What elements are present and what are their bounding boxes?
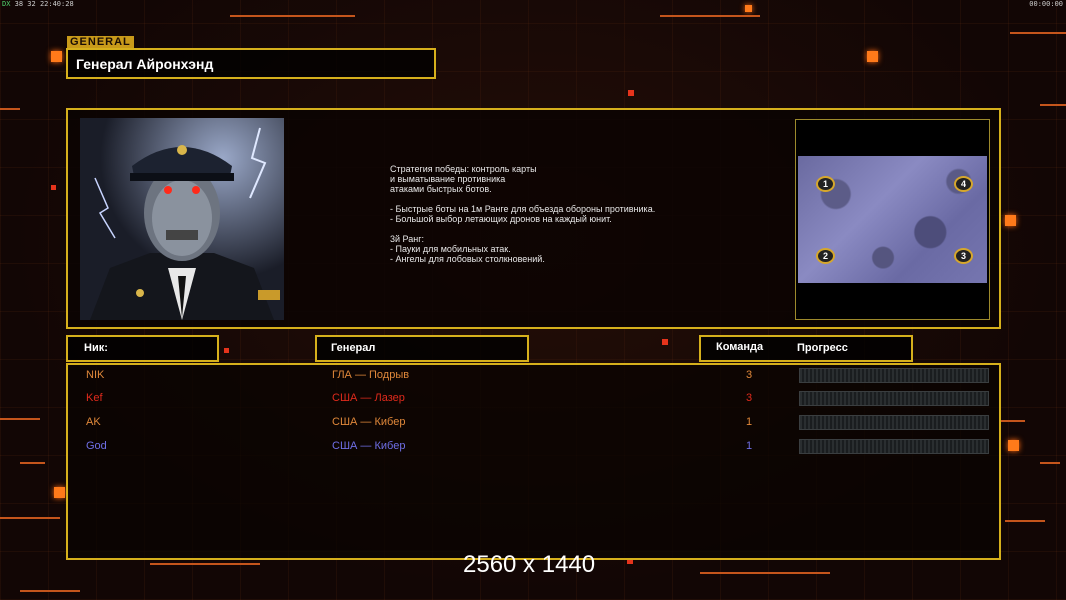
deco-line (660, 15, 760, 17)
description-line: - Пауки для мобильных атак. (390, 244, 511, 254)
player-progress-bar (799, 415, 989, 430)
player-team: 1 (746, 440, 753, 452)
spawn-marker-3[interactable]: 3 (954, 248, 973, 264)
player-nick: Kef (86, 392, 103, 404)
deco-square (1005, 215, 1016, 226)
column-team-progress-header: Команда Прогресс (699, 335, 913, 362)
deco-line (20, 462, 45, 464)
portrait-image (80, 118, 284, 320)
spawn-marker-1[interactable]: 1 (816, 176, 835, 192)
description-line: - Большой выбор летающих дронов на кажды… (390, 214, 612, 224)
column-progress-label: Прогресс (797, 342, 848, 354)
player-general: США — Кибер (332, 416, 406, 428)
player-general: США — Лазер (332, 392, 405, 404)
general-tag: GENERAL (67, 36, 134, 48)
deco-square (1008, 440, 1019, 451)
deco-line (1040, 462, 1060, 464)
general-title-box: Генерал Айронхэнд (66, 48, 436, 79)
deco-square (51, 51, 62, 62)
player-progress-bar (799, 391, 989, 406)
player-general: ГЛА — Подрыв (332, 369, 410, 381)
player-row[interactable]: Kef США — Лазер 3 (68, 389, 999, 409)
deco-line (0, 418, 40, 420)
player-team: 3 (746, 392, 753, 404)
player-team: 1 (746, 416, 753, 428)
deco-line (0, 108, 20, 110)
map-terrain: 1 4 2 3 (798, 156, 987, 283)
spawn-marker-2[interactable]: 2 (816, 248, 835, 264)
deco-line (20, 590, 80, 592)
deco-square (867, 51, 878, 62)
spawn-marker-4[interactable]: 4 (954, 176, 973, 192)
column-team-label: Команда (716, 341, 764, 353)
deco-square (745, 5, 752, 12)
general-description: Стратегия победы: контроль карты и вымат… (390, 164, 655, 264)
description-line: - Быстрые боты на 1м Ранге для объезда о… (390, 204, 656, 214)
deco-line (700, 572, 830, 574)
resolution-label: 2560 x 1440 (463, 551, 596, 578)
deco-line (1010, 32, 1066, 34)
player-row[interactable]: NIK ГЛА — Подрыв 3 (68, 366, 999, 386)
player-nick: AK (86, 416, 101, 428)
player-row[interactable]: God США — Кибер 1 (68, 437, 999, 457)
description-line: - Ангелы для лобовых столкновений. (390, 254, 545, 264)
deco-line (1040, 104, 1066, 106)
player-progress-bar (799, 368, 989, 383)
deco-square (224, 348, 229, 353)
map-preview[interactable]: 1 4 2 3 (795, 119, 990, 320)
player-nick: God (86, 440, 107, 452)
player-nick: NIK (86, 369, 105, 381)
column-nick-header: Ник: (66, 335, 219, 362)
general-title: Генерал Айронхэнд (76, 56, 214, 72)
column-general-header: Генерал (315, 335, 529, 362)
deco-square (51, 185, 56, 190)
clock-readout: 00:00:00 (1029, 0, 1063, 8)
description-line: Стратегия победы: контроль карты (390, 164, 537, 174)
player-general: США — Кибер (332, 440, 406, 452)
player-progress-bar (799, 439, 989, 454)
deco-square (662, 339, 668, 345)
description-line: атаками быстрых ботов. (390, 184, 492, 194)
player-row[interactable]: AK США — Кибер 1 (68, 413, 999, 433)
fps-readout: DX 38 32 22:40:28 (2, 0, 74, 8)
deco-square (54, 487, 65, 498)
player-team: 3 (746, 369, 753, 381)
players-list: NIK ГЛА — Подрыв 3 Kef США — Лазер 3 AK … (66, 363, 1001, 560)
description-line: и выматывание противника (390, 174, 506, 184)
deco-square (628, 90, 634, 96)
deco-line (1000, 420, 1025, 422)
deco-line (150, 563, 260, 565)
deco-line (0, 517, 60, 519)
general-portrait (80, 118, 284, 320)
general-info-panel: Стратегия победы: контроль карты и вымат… (66, 108, 1001, 329)
deco-line (1005, 520, 1045, 522)
description-line: 3й Ранг: (390, 234, 424, 244)
deco-line (230, 15, 355, 17)
